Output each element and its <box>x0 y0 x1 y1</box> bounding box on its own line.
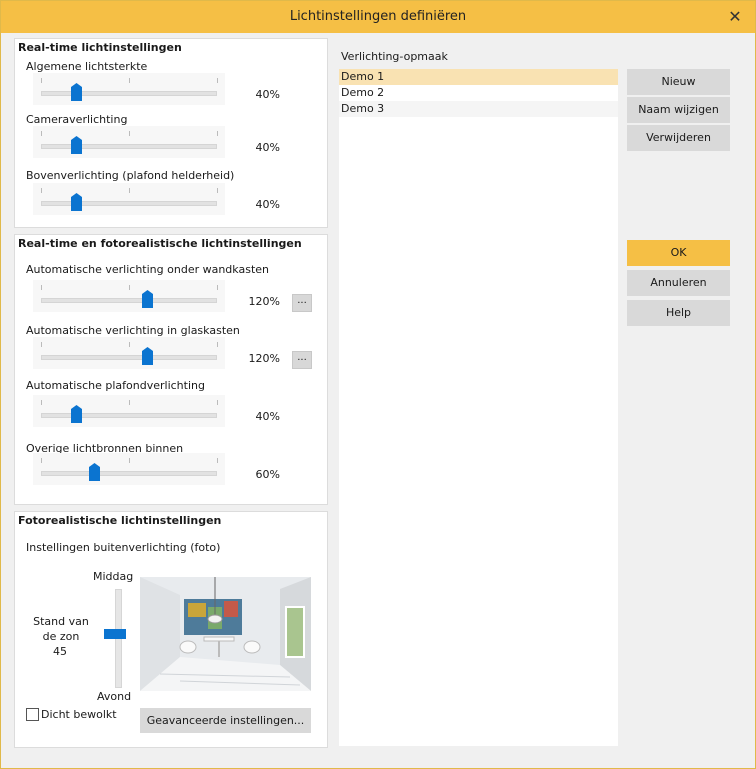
sun-top-label: Middag <box>93 570 134 583</box>
slider-thumb[interactable] <box>88 463 100 481</box>
sun-position-slider[interactable] <box>104 589 126 688</box>
slider-thumb[interactable] <box>71 136 83 154</box>
slider-thumb[interactable] <box>141 290 153 308</box>
slider-tick <box>217 78 218 83</box>
slider-label: Automatische plafondverlichting <box>26 379 205 392</box>
slider-tick <box>217 285 218 290</box>
slider-track <box>41 355 217 360</box>
slider-label: Bovenverlichting (plafond helderheid) <box>26 169 235 182</box>
new-button[interactable]: Nieuw <box>627 69 730 95</box>
more-options-button[interactable]: ... <box>292 351 312 369</box>
slider-in-glaskasten[interactable] <box>33 337 225 369</box>
slider-thumb[interactable] <box>71 405 83 423</box>
slider-thumb[interactable] <box>71 193 83 211</box>
ok-button[interactable]: OK <box>627 240 730 266</box>
slider-tick <box>41 131 42 136</box>
outdoor-lighting-subtitle: Instellingen buitenverlichting (foto) <box>26 541 221 554</box>
slider-onder-wandkasten[interactable] <box>33 280 225 312</box>
slider-tick <box>129 458 130 463</box>
slider-value: 40% <box>255 198 280 211</box>
slider-tick <box>129 342 130 347</box>
slider-value: 40% <box>255 88 280 101</box>
rename-button[interactable]: Naam wijzigen <box>627 97 730 123</box>
slider-track <box>41 298 217 303</box>
photoreal-rt-group-title: Real-time en fotorealistische lichtinste… <box>18 237 302 250</box>
advanced-settings-button[interactable]: Geavanceerde instellingen... <box>140 708 311 733</box>
slider-cameraverlichting[interactable] <box>33 126 225 158</box>
slider-value: 60% <box>255 468 280 481</box>
more-options-button[interactable]: ... <box>292 294 312 312</box>
sun-position-label: Stand van de zon <box>33 615 89 643</box>
list-item[interactable]: Demo 3 <box>339 101 618 117</box>
slider-tick <box>41 400 42 405</box>
slider-tick <box>129 188 130 193</box>
slider-tick <box>41 458 42 463</box>
sun-slider-thumb[interactable] <box>104 629 126 639</box>
photoreal-group-title: Fotorealistische lichtinstellingen <box>18 514 222 527</box>
slider-tick <box>217 188 218 193</box>
slider-tick <box>129 285 130 290</box>
slider-overige-lichtbronnen[interactable] <box>33 453 225 485</box>
slider-label: Automatische verlichting onder wandkaste… <box>26 263 269 276</box>
slider-algemene-lichtsterkte[interactable] <box>33 73 225 105</box>
slider-track <box>41 91 217 96</box>
slider-track <box>41 413 217 418</box>
slider-tick <box>129 131 130 136</box>
title-bar: Lichtinstellingen definiëren ✕ <box>1 1 755 33</box>
slider-tick <box>41 285 42 290</box>
sun-bottom-label: Avond <box>97 690 132 703</box>
slider-track <box>41 201 217 206</box>
slider-tick <box>129 400 130 405</box>
slider-plafondverlichting[interactable] <box>33 395 225 427</box>
layouts-list[interactable]: Demo 1 Demo 2 Demo 3 <box>339 69 618 746</box>
slider-label: Cameraverlichting <box>26 113 128 126</box>
slider-tick <box>217 131 218 136</box>
slider-label: Automatische verlichting in glaskasten <box>26 324 240 337</box>
slider-value: 40% <box>255 410 280 423</box>
close-icon[interactable]: ✕ <box>723 5 747 29</box>
slider-value: 120% <box>248 295 280 308</box>
sun-position-value: 45 <box>53 645 67 658</box>
cancel-button[interactable]: Annuleren <box>627 270 730 296</box>
slider-thumb[interactable] <box>71 83 83 101</box>
cloudy-checkbox[interactable] <box>26 708 39 721</box>
slider-value: 120% <box>248 352 280 365</box>
delete-button[interactable]: Verwijderen <box>627 125 730 151</box>
slider-tick <box>217 458 218 463</box>
slider-track <box>41 471 217 476</box>
room-preview-image <box>140 577 311 691</box>
list-item[interactable]: Demo 1 <box>339 69 618 85</box>
slider-tick <box>217 342 218 347</box>
slider-tick <box>217 400 218 405</box>
window-title: Lichtinstellingen definiëren <box>289 9 467 24</box>
slider-bovenverlichting[interactable] <box>33 183 225 215</box>
slider-tick <box>41 78 42 83</box>
slider-thumb[interactable] <box>141 347 153 365</box>
slider-tick <box>41 342 42 347</box>
slider-value: 40% <box>255 141 280 154</box>
slider-tick <box>41 188 42 193</box>
help-button[interactable]: Help <box>627 300 730 326</box>
cloudy-label: Dicht bewolkt <box>41 708 117 721</box>
list-item[interactable]: Demo 2 <box>339 85 618 101</box>
slider-track <box>41 144 217 149</box>
slider-label: Algemene lichtsterkte <box>26 60 148 73</box>
layouts-title: Verlichting-opmaak <box>341 50 448 63</box>
slider-tick <box>129 78 130 83</box>
realtime-group-title: Real-time lichtinstellingen <box>18 41 182 54</box>
